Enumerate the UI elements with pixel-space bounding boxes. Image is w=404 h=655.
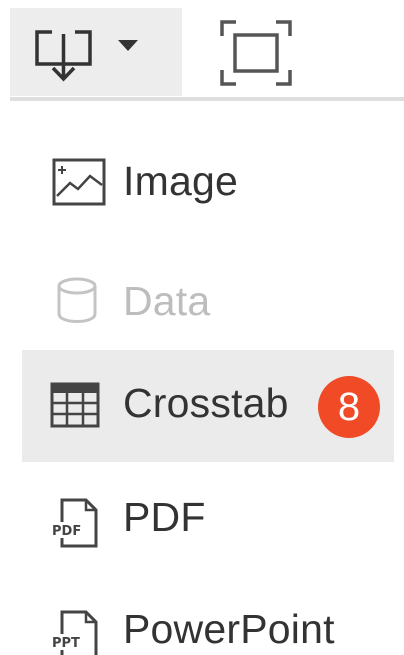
fullscreen-button[interactable] [208, 8, 308, 96]
pdf-file-icon: PDF [50, 498, 102, 553]
menu-item-label: PDF [123, 494, 206, 540]
notification-badge: 8 [318, 376, 380, 438]
svg-text:PPT: PPT [52, 636, 80, 651]
menu-item-data: Data [22, 240, 394, 352]
menu-item-label: PowerPoint [123, 606, 335, 652]
caret-down-icon [118, 38, 138, 57]
menu-item-label: Data [123, 278, 211, 324]
menu-item-image[interactable]: Image [22, 128, 394, 240]
menu-item-label: Image [123, 158, 238, 204]
image-icon [52, 158, 106, 211]
toolbar-divider [10, 97, 404, 101]
menu-item-powerpoint[interactable]: PPT PowerPoint [22, 574, 394, 655]
ppt-file-icon: PPT [50, 610, 102, 655]
download-menu-screen: Image Data Crosstab 8 PDF PDF PPT PowerP… [0, 0, 404, 655]
fullscreen-icon [220, 20, 292, 91]
download-button[interactable] [10, 8, 182, 96]
menu-item-crosstab[interactable]: Crosstab 8 [22, 350, 394, 462]
table-icon [50, 382, 100, 433]
menu-item-pdf[interactable]: PDF PDF [22, 462, 394, 574]
database-icon [54, 276, 100, 331]
menu-item-label: Crosstab [123, 380, 289, 426]
toolbar [0, 0, 404, 101]
svg-text:PDF: PDF [52, 524, 81, 539]
download-icon [32, 22, 98, 89]
